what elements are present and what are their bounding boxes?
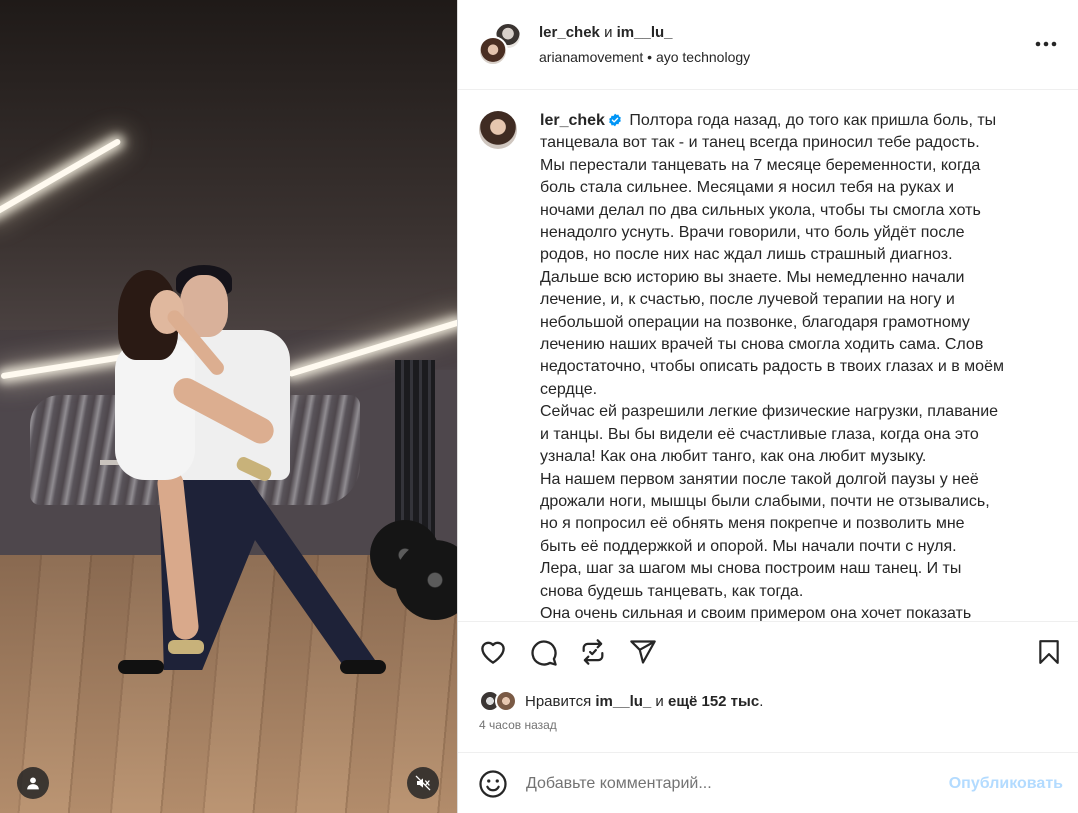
post-timestamp[interactable]: 4 часов назад [479,718,557,732]
like-button[interactable] [477,636,509,668]
header-user1-link[interactable]: ler_chek [539,24,600,41]
mute-button[interactable] [407,767,439,799]
repost-button[interactable] [577,636,609,668]
likes-middle: и [655,692,664,710]
emoji-button[interactable] [478,769,508,799]
avatar[interactable] [478,36,508,66]
comment-button[interactable] [527,636,559,668]
tagged-users-button[interactable] [17,767,49,799]
user-icon [27,777,39,790]
post-actions: Нравится im__lu_ и ещё 152 тыс. 4 часов … [458,621,1078,741]
header-conjunction: и [604,24,613,41]
likes-prefix: Нравится [525,692,592,710]
speaker-muted-icon [415,775,431,791]
share-button[interactable] [627,636,659,668]
comment-icon [530,639,557,666]
share-icon [630,640,656,664]
verified-badge-icon [609,113,621,127]
likes-count-link[interactable]: ещё 152 тыс [668,693,759,710]
comment-input[interactable] [526,769,926,799]
header-user2-link[interactable]: im__lu_ [617,24,673,41]
publish-button[interactable]: Опубликовать [945,775,1063,793]
more-options-icon [1035,41,1057,47]
avatar[interactable] [479,111,517,149]
bookmark-icon [1039,640,1059,664]
caption-username-link[interactable]: ler_chek [540,112,605,129]
header-audio-link[interactable]: arianamovement • ayo technology [539,49,750,65]
avatar[interactable] [495,690,517,712]
post-header: ler_chek и im__lu_ arianamovement • ayo … [458,0,1078,90]
repost-icon [582,639,604,665]
collab-avatars[interactable] [478,22,522,66]
heart-icon [481,641,505,664]
post-video[interactable] [0,0,457,813]
post-caption: ler_chek Полтора года назад, до того как… [540,112,1004,621]
save-button[interactable] [1033,636,1065,668]
emoji-icon [479,770,507,798]
comment-composer: Опубликовать [458,752,1078,813]
likes-user-link[interactable]: im__lu_ [595,693,651,710]
header-usernames: ler_chek и im__lu_ [539,24,673,41]
caption-section: ler_chek Полтора года назад, до того как… [458,91,1078,621]
likes-summary: Нравится im__lu_ и ещё 152 тыс. [479,689,763,713]
more-options-button[interactable] [1031,33,1061,55]
post-sidebar: ler_chek и im__lu_ arianamovement • ayo … [457,0,1078,813]
post-dialog: ler_chek и im__lu_ arianamovement • ayo … [0,0,1078,813]
